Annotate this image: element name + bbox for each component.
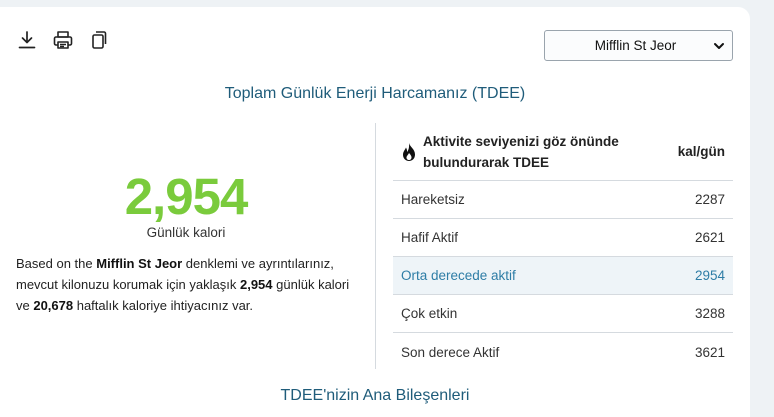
summary-panel: 2,954 Günlük kalori Based on the Mifflin…: [16, 167, 356, 316]
activity-level-value: 3621: [694, 344, 725, 360]
column-divider: [375, 123, 376, 369]
table-header-label: Aktivite seviyenizi göz önünde bulundura…: [423, 133, 619, 170]
activity-level-value: 3288: [694, 306, 725, 321]
chevron-down-icon: [714, 43, 724, 49]
activity-level-label: Orta derecede aktif: [401, 268, 516, 283]
tdee-value: 2,954: [124, 168, 249, 225]
desc-prefix: Based on the: [16, 256, 97, 271]
activity-level-value: 2954: [694, 268, 725, 283]
table-header: Aktivite seviyenizi göz önünde bulundura…: [393, 123, 733, 181]
desc-formula-name: Mifflin St Jeor: [96, 256, 183, 271]
tdee-unit-label: Günlük kalori: [146, 225, 226, 240]
activity-level-value: 2287: [694, 192, 725, 207]
section-subtitle: TDEE'nizin Ana Bileşenleri: [280, 387, 470, 404]
desc-daily-calories: 2,954: [239, 277, 273, 292]
activity-level-label: Son derece Aktif: [401, 344, 500, 360]
desc-weekly-calories: 20,678: [33, 298, 74, 313]
summary-description: Based on the Mifflin St Jeor denklemi ve…: [16, 253, 356, 316]
copy-icon[interactable]: [88, 29, 110, 51]
table-row[interactable]: Hafif Aktif 2621: [393, 219, 733, 257]
activity-level-label: Çok etkin: [401, 306, 458, 321]
page-title: Toplam Günlük Enerji Harcamanız (TDEE): [224, 85, 526, 102]
tdee-card: Mifflin St Jeor Toplam Günlük Enerji Har…: [0, 7, 750, 417]
activity-level-label: Hafif Aktif: [401, 230, 459, 245]
table-body: Hareketsiz 2287 Hafif Aktif 2621 Orta derece…: [393, 181, 733, 371]
desc-suffix: haftalık kaloriye ihtiyacınız var.: [73, 298, 254, 313]
activity-level-label: Hareketsiz: [401, 192, 465, 207]
activity-table: Aktivite seviyenizi göz önünde bulundura…: [393, 123, 733, 371]
download-icon[interactable]: [16, 29, 38, 51]
table-row[interactable]: Hareketsiz 2287: [393, 181, 733, 219]
activity-level-value: 2621: [694, 230, 725, 245]
print-icon[interactable]: [52, 29, 74, 51]
formula-select-value: Mifflin St Jeor: [594, 38, 677, 53]
table-row[interactable]: Son derece Aktif 3621: [393, 333, 733, 371]
table-row[interactable]: Çok etkin 3288: [393, 295, 733, 333]
table-header-unit: kal/gün: [677, 144, 725, 159]
formula-select[interactable]: Mifflin St Jeor: [544, 30, 733, 61]
toolbar: [16, 29, 110, 51]
table-row[interactable]: Orta derecede aktif 2954: [393, 257, 733, 295]
flame-icon: [403, 142, 415, 161]
